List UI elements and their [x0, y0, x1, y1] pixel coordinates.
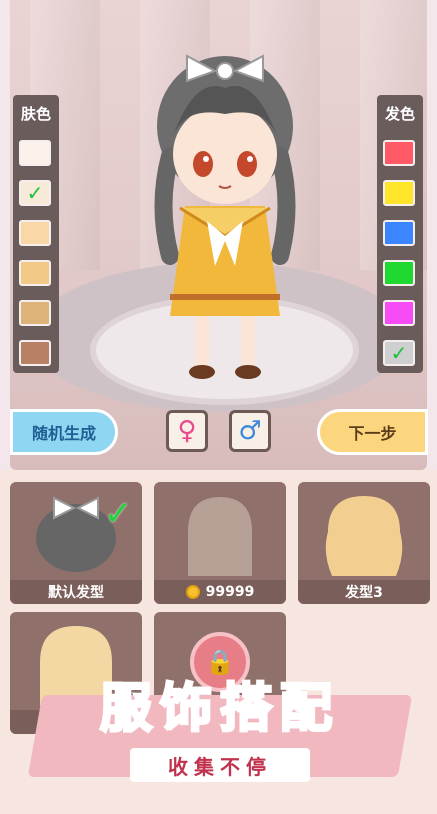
promo-title: 服饰搭配 [98, 678, 340, 741]
female-icon[interactable]: ♀ [166, 410, 208, 452]
hair-swatch-3[interactable] [383, 220, 415, 246]
skin-color-title: 肤色 [20, 105, 51, 123]
hair-swatch-2[interactable] [383, 180, 415, 206]
checkmark-icon: ✓ [390, 341, 408, 365]
skin-swatch-5[interactable] [19, 300, 51, 326]
skin-swatch-1[interactable] [19, 140, 51, 166]
character-stage [10, 0, 427, 470]
hairstyle-price: 99999 [154, 580, 286, 604]
random-generate-button[interactable]: 随机生成 [10, 409, 118, 455]
next-step-button[interactable]: 下一步 [317, 409, 428, 455]
skin-swatch-6[interactable] [19, 340, 51, 366]
male-icon[interactable]: ♂ [229, 410, 271, 452]
character-avatar [154, 54, 296, 379]
hair-swatch-1[interactable] [383, 140, 415, 166]
skin-swatch-4[interactable] [19, 260, 51, 286]
hair-color-title: 发色 [384, 105, 415, 123]
promo-subtitle: 收集不停 [130, 748, 310, 782]
coin-icon [185, 585, 200, 599]
hairstyle-card-3[interactable]: 发型3 [298, 482, 430, 604]
hair-swatch-6[interactable]: ✓ [383, 340, 415, 366]
hairstyle-card-default[interactable]: ✓ 默认发型 [10, 482, 142, 604]
skin-swatch-3[interactable] [19, 220, 51, 246]
hair-swatch-5[interactable] [383, 300, 415, 326]
price-value: 99999 [205, 584, 255, 600]
hair-swatch-4[interactable] [383, 260, 415, 286]
checkmark-icon: ✓ [104, 494, 133, 534]
hairstyle-label: 默认发型 [10, 580, 142, 604]
hairstyle-card-priced[interactable]: 99999 [154, 482, 286, 604]
hairstyle-preview [325, 496, 403, 576]
hairstyle-preview [188, 497, 252, 576]
hair-color-palette: 发色 ✓ [377, 95, 423, 373]
checkmark-icon: ✓ [26, 181, 44, 205]
skin-swatch-2[interactable]: ✓ [19, 180, 51, 206]
hairstyle-label: 发型3 [298, 580, 430, 604]
skin-color-palette: 肤色 ✓ [13, 95, 59, 373]
promo-banner: 服饰搭配 收集不停 [27, 660, 413, 810]
